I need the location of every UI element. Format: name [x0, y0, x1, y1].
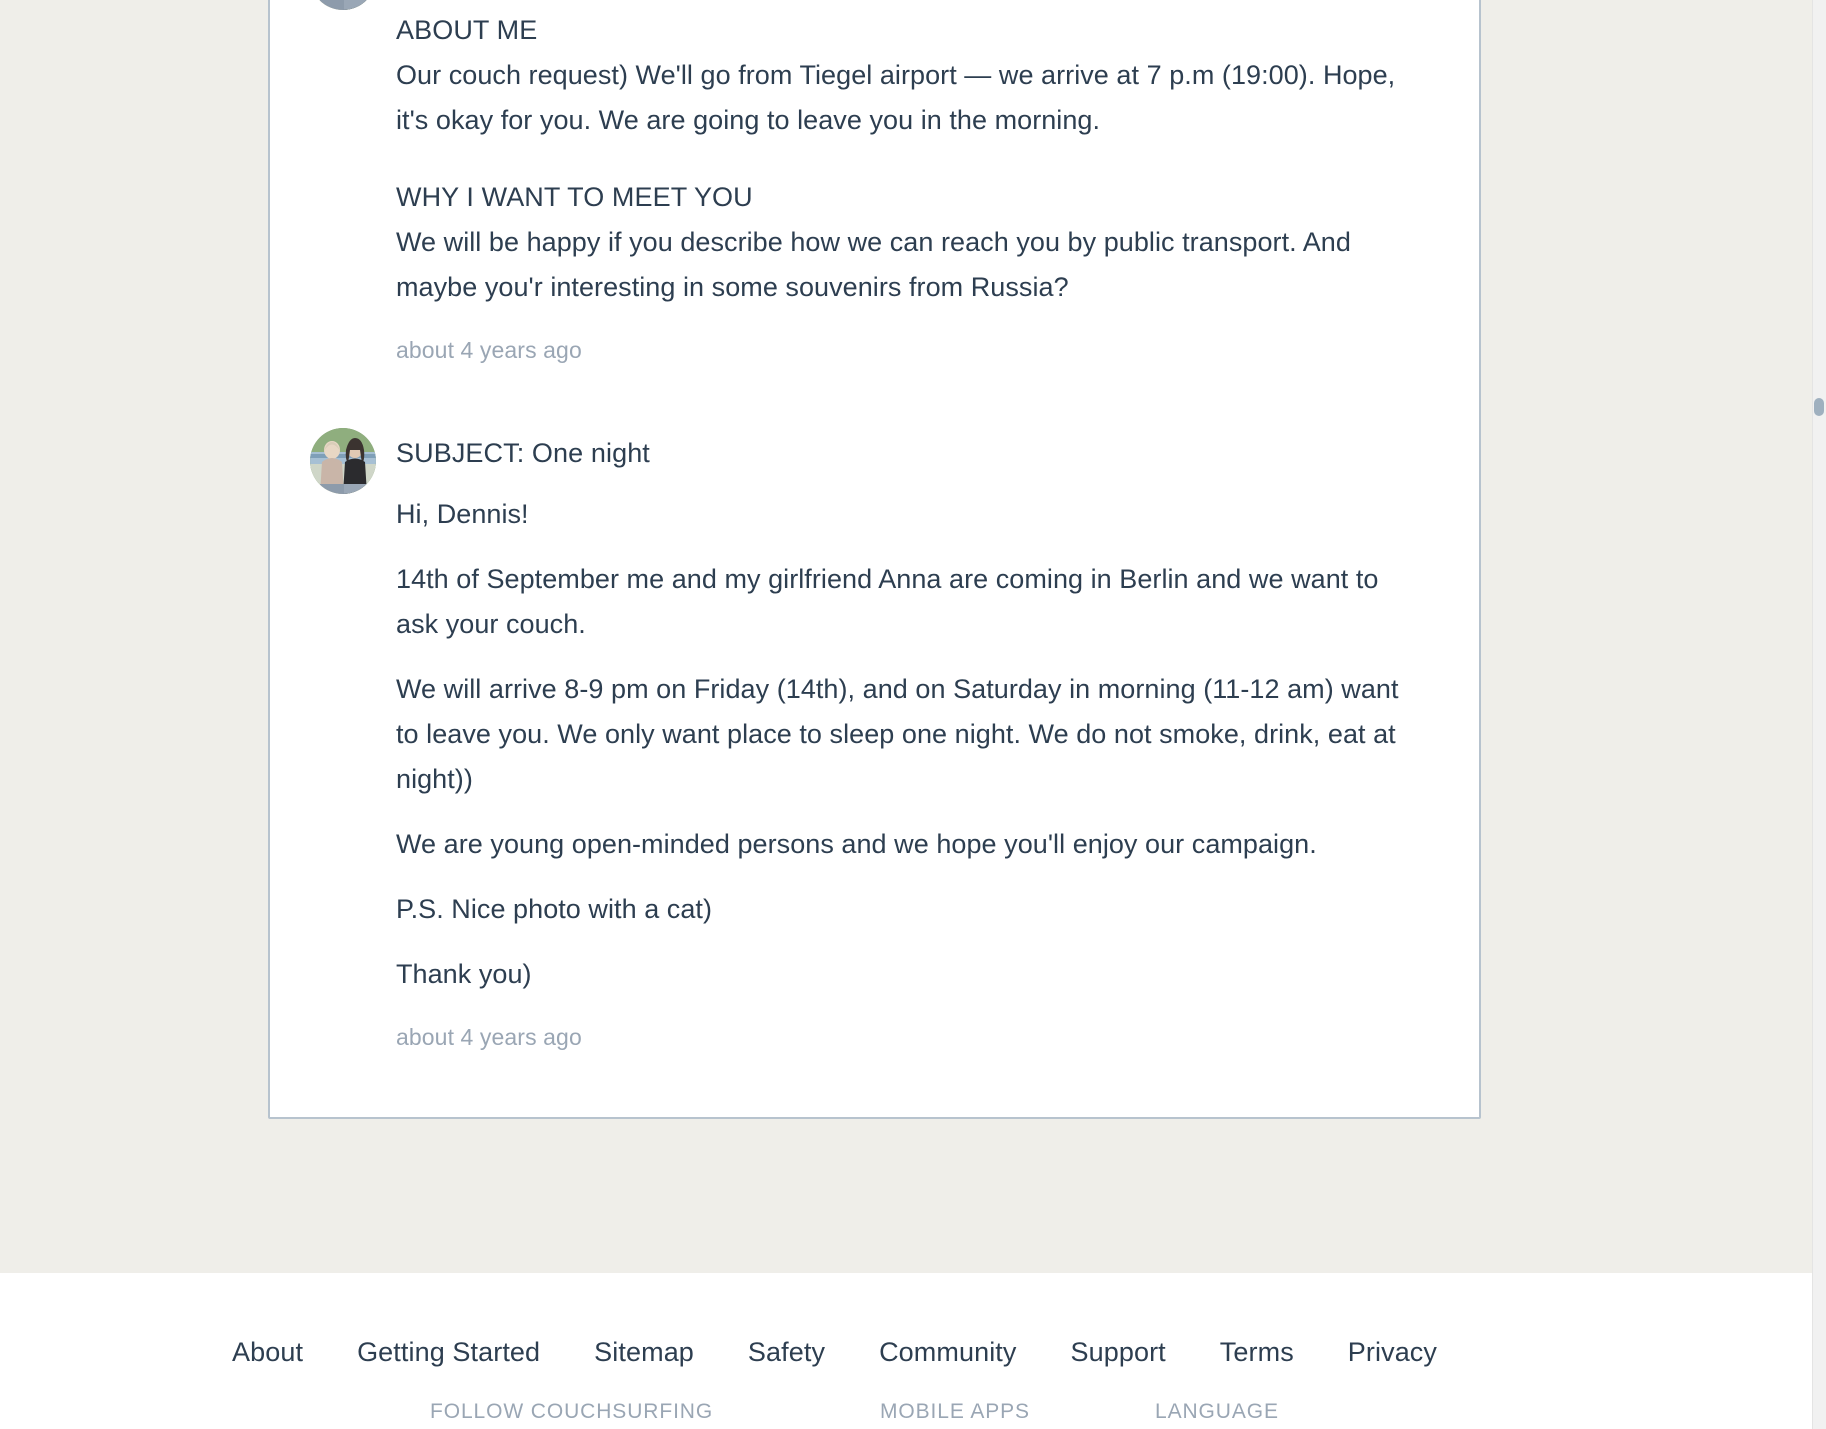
footer-link-getting-started[interactable]: Getting Started	[357, 1337, 540, 1368]
message-paragraph: P.S. Nice photo with a cat)	[396, 894, 713, 924]
avatar[interactable]	[310, 0, 376, 10]
section-body-why-meet: We will be happy if you describe how we …	[396, 220, 1426, 310]
footer-column-heading-language: LANGUAGE	[1155, 1400, 1279, 1423]
why-meet-line-1: We will be happy if you describe how we …	[396, 227, 1297, 257]
section-heading-why-meet: WHY I WANT TO MEET YOU	[396, 182, 753, 212]
footer-column-heading-follow: FOLLOW COUCHSURFING	[430, 1400, 714, 1423]
two-people-photo-avatar	[310, 428, 376, 494]
footer-column-language: LANGUAGE	[1155, 1400, 1430, 1424]
message-subject: SUBJECT: One night	[396, 438, 650, 468]
footer-link-about[interactable]: About	[232, 1337, 303, 1368]
section-body-about-me: Our couch request) We'll go from Tiegel …	[396, 53, 1426, 143]
page-scroll-area[interactable]: SUBJECT: Sergey Korol from Russia sent y…	[0, 0, 1812, 1429]
message-item: SUBJECT: Sergey Korol from Russia sent y…	[270, 0, 1479, 394]
footer-link-safety[interactable]: Safety	[748, 1337, 825, 1368]
about-me-line-1: Our couch request) We'll go from Tiegel …	[396, 60, 1316, 90]
vertical-scrollbar[interactable]	[1812, 0, 1826, 1429]
message-paragraph: Thank you)	[396, 959, 532, 989]
footer-link-community[interactable]: Community	[879, 1337, 1016, 1368]
footer-link-support[interactable]: Support	[1071, 1337, 1166, 1368]
message-paragraph: We will arrive 8-9 pm on Friday (14th), …	[396, 674, 1399, 794]
message-timestamp: about 4 years ago	[396, 337, 582, 363]
footer-columns: FOLLOW COUCHSURFING MOBILE APPS LANGUAGE	[0, 1400, 1812, 1424]
message-timestamp: about 4 years ago	[396, 1024, 582, 1050]
scrollbar-thumb[interactable]	[1814, 398, 1824, 416]
footer-link-sitemap[interactable]: Sitemap	[594, 1337, 694, 1368]
footer-link-privacy[interactable]: Privacy	[1348, 1337, 1437, 1368]
message-paragraph: We are young open-minded persons and we …	[396, 829, 1317, 859]
footer-column-heading-mobile-apps: MOBILE APPS	[880, 1400, 1030, 1423]
footer-column-follow: FOLLOW COUCHSURFING	[430, 1400, 880, 1424]
message-item: SUBJECT: One night Hi, Dennis! 14th of S…	[270, 394, 1479, 1081]
two-people-photo-avatar	[310, 0, 376, 10]
conversation-card: SUBJECT: Sergey Korol from Russia sent y…	[268, 0, 1481, 1119]
footer-nav: About Getting Started Sitemap Safety Com…	[0, 1273, 1812, 1368]
site-footer: About Getting Started Sitemap Safety Com…	[0, 1273, 1812, 1429]
footer-column-mobile-apps: MOBILE APPS	[880, 1400, 1155, 1424]
avatar[interactable]	[310, 428, 376, 494]
section-heading-about-me: ABOUT ME	[396, 15, 538, 45]
message-paragraph: 14th of September me and my girlfriend A…	[396, 564, 1379, 639]
footer-link-terms[interactable]: Terms	[1220, 1337, 1294, 1368]
message-paragraph: Hi, Dennis!	[396, 499, 529, 529]
